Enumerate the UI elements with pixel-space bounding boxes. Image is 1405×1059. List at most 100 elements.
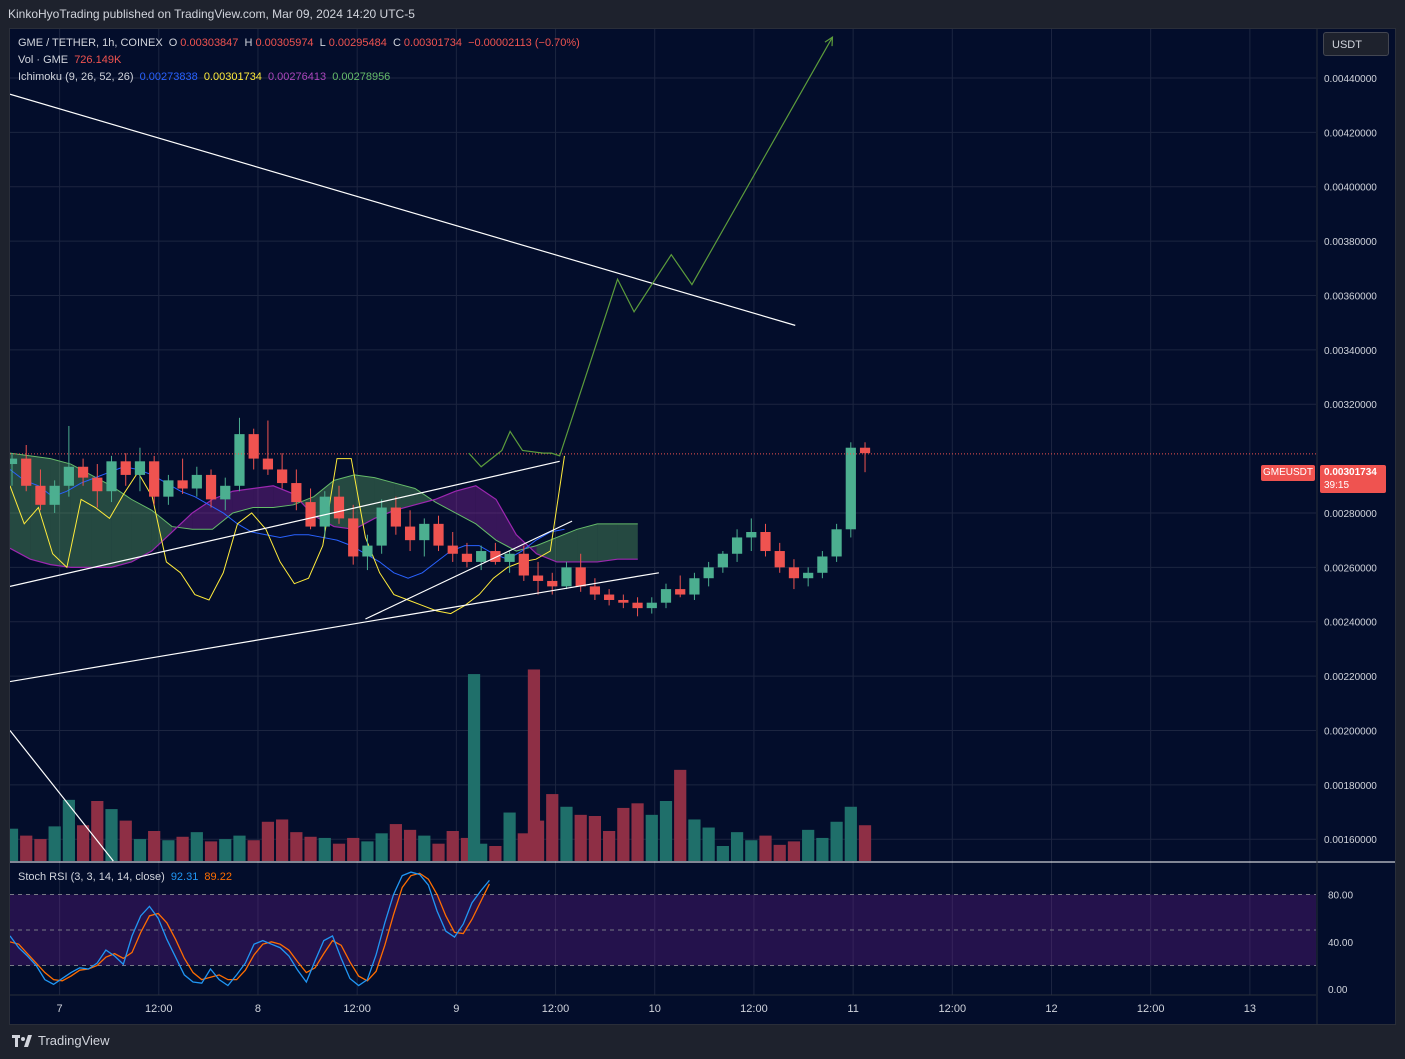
ichimoku-cloud-segment xyxy=(151,510,173,552)
volume-bar xyxy=(332,843,346,861)
volume-bar xyxy=(204,841,218,861)
volume-bar xyxy=(304,836,317,861)
time-tick-label: 11 xyxy=(847,1003,858,1015)
stoch-rsi-legend[interactable]: Stoch RSI (3, 3, 14, 14, close) 92.31 89… xyxy=(18,871,235,883)
time-tick-label: 12:00 xyxy=(939,1003,967,1015)
candle-body xyxy=(433,523,444,546)
volume-legend[interactable]: Vol · GME 726.149K xyxy=(18,54,124,66)
time-tick-label: 12:00 xyxy=(343,1003,371,1015)
candle-body xyxy=(817,556,828,573)
time-tick-label: 9 xyxy=(453,1003,459,1015)
candle-body xyxy=(419,523,430,541)
close-value: 0.00301734 xyxy=(403,37,463,49)
price-tick-label: 0.00160000 xyxy=(1324,835,1377,846)
volume-bar xyxy=(546,794,559,861)
tradingview-brand[interactable]: TradingView xyxy=(12,1033,110,1048)
time-tick-label: 12:00 xyxy=(145,1003,173,1015)
time-tick-label: 7 xyxy=(57,1003,63,1015)
candle-body xyxy=(532,575,544,581)
symbol-title[interactable]: GME / TETHER, 1h, COINEX xyxy=(18,37,163,49)
stoch-rsi-tick-label: 40.00 xyxy=(1328,938,1353,949)
candle-body xyxy=(604,594,615,600)
volume-bar xyxy=(759,835,772,861)
price-tick-label: 0.00280000 xyxy=(1324,509,1377,520)
candle-body xyxy=(831,529,842,557)
price-tick-label: 0.00420000 xyxy=(1324,128,1377,139)
stoch-rsi-label: Stoch RSI (3, 3, 14, 14, close) xyxy=(18,871,165,883)
volume-bar xyxy=(290,832,303,861)
volume-bar xyxy=(162,840,175,861)
currency-button[interactable]: USDT xyxy=(1323,32,1389,56)
high-value: 0.00305974 xyxy=(255,37,314,49)
volume-bar xyxy=(133,839,147,861)
candle-body xyxy=(248,434,259,459)
candle-body xyxy=(575,567,586,587)
ichimoku-cloud-segment xyxy=(232,488,254,513)
volume-spike-bar xyxy=(527,669,541,861)
volume-spike-bar xyxy=(467,674,481,861)
chart-frame[interactable]: 0.00440000 0.00420000 0.00400000 0.00380000… xyxy=(9,28,1396,1025)
volume-bar xyxy=(574,814,587,861)
candle-body xyxy=(803,572,814,579)
time-tick-label: 12 xyxy=(1045,1003,1057,1015)
volume-bar xyxy=(560,806,573,861)
candle-body xyxy=(205,474,217,500)
candle-body xyxy=(163,480,174,497)
stoch-d-value: 89.22 xyxy=(204,871,232,883)
candle-body xyxy=(618,599,629,603)
change-value: −0.00002113 (−0.70%) xyxy=(468,37,580,49)
volume-bar xyxy=(76,825,90,861)
volume-bar xyxy=(261,821,275,861)
candle-body xyxy=(476,551,487,562)
candle-body xyxy=(35,485,46,505)
candle-body xyxy=(149,461,160,497)
price-tick-label: 0.00240000 xyxy=(1324,618,1377,629)
ichimoku-kijun-value: 0.00301734 xyxy=(203,71,262,83)
volume-bar xyxy=(745,840,758,861)
volume-value: 726.149K xyxy=(74,54,122,66)
ichimoku-cloud-segment xyxy=(273,485,294,508)
ichimoku-span-a-value: 0.00276413 xyxy=(268,71,327,83)
candle-body xyxy=(404,526,416,541)
trendline-upper-descending xyxy=(10,93,796,326)
volume-bar xyxy=(119,820,132,861)
price-tick-label: 0.00320000 xyxy=(1324,400,1377,411)
ichimoku-label: Ichimoku (9, 26, 52, 26) xyxy=(18,71,134,83)
last-price-value: 0.00301734 xyxy=(1324,467,1377,478)
volume-bar xyxy=(816,837,829,861)
volume-bar xyxy=(176,836,189,861)
candle-body xyxy=(134,461,146,475)
price-tick-label: 0.00360000 xyxy=(1324,291,1377,302)
candle-body xyxy=(490,551,501,562)
volume-bar xyxy=(62,799,75,861)
time-tick-label: 10 xyxy=(649,1003,661,1015)
volume-bar xyxy=(48,826,61,861)
candle-body xyxy=(390,507,401,527)
candle-body xyxy=(305,502,316,527)
symbol-legend: GME / TETHER, 1h, COINEX O 0.00303847 H 0.… xyxy=(18,37,583,49)
candle-body xyxy=(63,466,74,486)
candle-body xyxy=(561,567,572,587)
symbol-price-tag: GMEUSDT xyxy=(1261,465,1315,481)
price-tick-label: 0.00180000 xyxy=(1324,781,1377,792)
volume-bar xyxy=(830,821,843,861)
volume-bar xyxy=(247,840,260,861)
volume-bar xyxy=(730,832,744,861)
trendline-lower-ascending xyxy=(10,572,659,683)
candle-body xyxy=(234,434,245,486)
publish-header: KinkoHyoTrading published on TradingView… xyxy=(0,0,1405,28)
ichimoku-legend[interactable]: Ichimoku (9, 26, 52, 26) 0.00273838 0.00… xyxy=(18,71,393,83)
volume-bar xyxy=(233,835,246,861)
volume-bar xyxy=(674,769,687,861)
volume-bar xyxy=(631,803,644,861)
volume-bar xyxy=(858,825,872,861)
ichimoku-cloud-segment xyxy=(577,523,598,562)
tradingview-logo-icon xyxy=(12,1034,32,1047)
candle-body xyxy=(120,461,131,475)
volume-bar xyxy=(787,841,801,861)
candle-body xyxy=(788,567,800,579)
candle-body xyxy=(589,586,601,595)
candle-body xyxy=(333,496,345,519)
volume-bar xyxy=(802,829,815,861)
volume-bar xyxy=(91,801,104,861)
